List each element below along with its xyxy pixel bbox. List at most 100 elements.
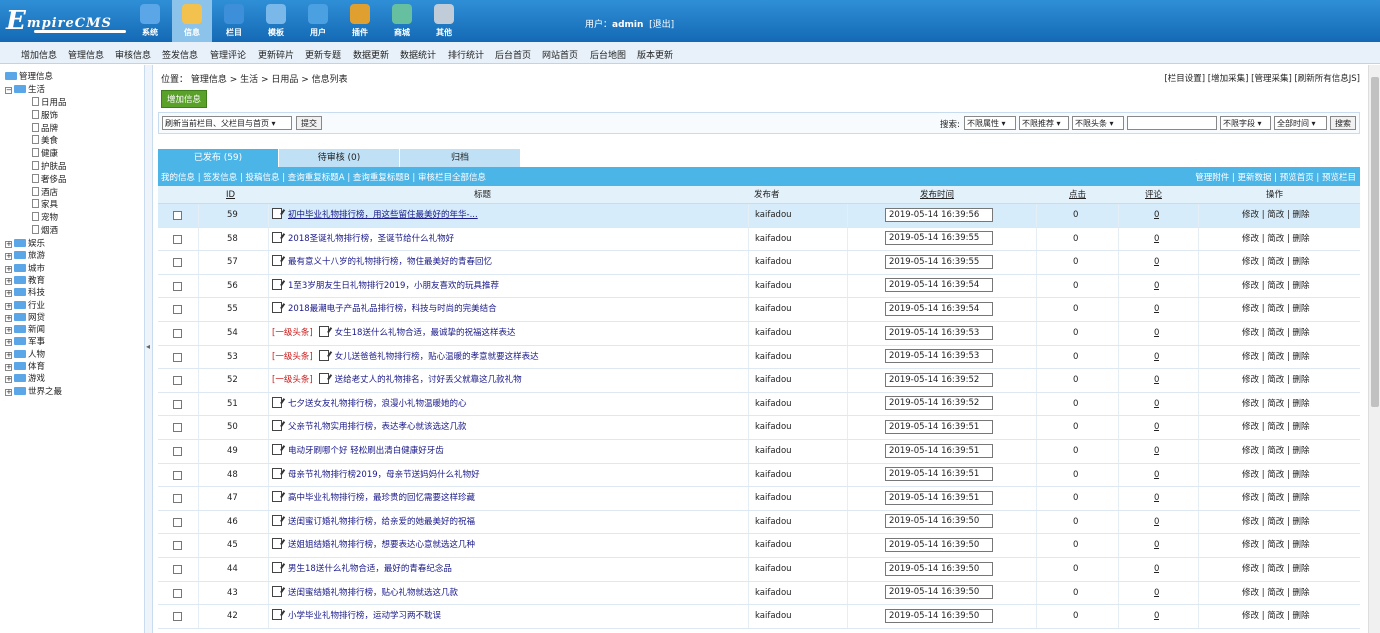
menu-item[interactable]: 版本更新 bbox=[637, 48, 673, 61]
row-ops[interactable]: 修改 | 简改 | 删除 bbox=[1242, 346, 1310, 369]
table-links-left[interactable]: 我的信息 | 签发信息 | 投稿信息 | 查询重复标题A | 查询重复标题B |… bbox=[161, 170, 486, 186]
row-time-input[interactable]: 2019-05-14 16:39:50 bbox=[885, 561, 993, 576]
row-ops[interactable]: 修改 | 简改 | 删除 bbox=[1242, 228, 1310, 251]
row-checkbox[interactable] bbox=[173, 258, 182, 268]
field-select[interactable]: 不限字段 ▾ bbox=[1220, 116, 1271, 130]
row-ops[interactable]: 修改 | 简改 | 删除 bbox=[1242, 511, 1310, 534]
topnav-gear-button[interactable]: 其他 bbox=[424, 0, 464, 42]
tree-leaf[interactable]: 服饰 bbox=[32, 109, 58, 121]
search-button[interactable]: 搜索 bbox=[1330, 116, 1356, 130]
edit-note-icon[interactable] bbox=[318, 373, 329, 385]
row-time-input[interactable]: 2019-05-14 16:39:50 bbox=[885, 537, 993, 552]
edit-note-icon[interactable] bbox=[318, 326, 329, 337]
row-title-link[interactable]: 母亲节礼物排行榜2019，母亲节送妈妈什么礼物好 bbox=[288, 470, 480, 480]
row-time-input[interactable]: 2019-05-14 16:39:51 bbox=[885, 490, 993, 505]
expand-toggle-icon[interactable]: + bbox=[5, 314, 12, 322]
edit-note-icon[interactable] bbox=[272, 255, 282, 267]
topnav-globe-button[interactable]: 系统 bbox=[130, 0, 170, 42]
expand-toggle-icon[interactable]: + bbox=[5, 265, 12, 273]
tab-published[interactable]: 已发布 (59) bbox=[158, 149, 278, 167]
row-ops[interactable]: 修改 | 简改 | 删除 bbox=[1242, 534, 1310, 557]
tree-leaf[interactable]: 品牌 bbox=[32, 122, 58, 134]
row-title-link[interactable]: 1至3岁朋友生日礼物排行2019，小朋友喜欢的玩具推荐 bbox=[288, 281, 499, 291]
submit-button[interactable]: 提交 bbox=[296, 116, 322, 130]
menu-item[interactable]: 更新专题 bbox=[305, 48, 341, 61]
table-row[interactable]: 48 母亲节礼物排行榜2019，母亲节送妈妈什么礼物好 kaifadou 2019-0… bbox=[158, 463, 1360, 488]
row-comments[interactable]: 0 bbox=[1154, 534, 1159, 557]
row-ops[interactable]: 修改 | 简改 | 删除 bbox=[1242, 605, 1310, 628]
empirecms-logo[interactable]: EmpireCMS bbox=[6, 6, 126, 36]
menu-item[interactable]: 数据统计 bbox=[400, 48, 436, 61]
table-row[interactable]: 59 初中毕业礼物排行榜，用这些留住最美好的年华-... kaifadou 2019-… bbox=[158, 204, 1360, 228]
menu-item[interactable]: 后台首页 bbox=[495, 48, 531, 61]
row-title-link[interactable]: 电动牙刷哪个好 轻松刷出清白健康好牙齿 bbox=[288, 446, 444, 456]
edit-note-icon[interactable] bbox=[272, 278, 282, 290]
edit-note-icon[interactable] bbox=[272, 444, 282, 455]
row-comments[interactable]: 0 bbox=[1154, 511, 1159, 534]
menu-item[interactable]: 管理评论 bbox=[210, 48, 246, 61]
table-row[interactable]: 56 1至3岁朋友生日礼物排行2019，小朋友喜欢的玩具推荐 kaifadou 201… bbox=[158, 274, 1360, 299]
row-time-input[interactable]: 2019-05-14 16:39:51 bbox=[885, 419, 993, 434]
row-ops[interactable]: 修改 | 简改 | 删除 bbox=[1242, 393, 1310, 416]
sidebar-splitter[interactable]: ◂ bbox=[145, 65, 153, 633]
row-comments[interactable]: 0 bbox=[1154, 558, 1159, 581]
table-row[interactable]: 43 送闺蜜结婚礼物排行榜，贴心礼物就选这几款 kaifadou 2019-05-14… bbox=[158, 581, 1360, 606]
tree-leaf[interactable]: 日用品 bbox=[32, 96, 67, 108]
row-ops[interactable]: 修改 | 简改 | 删除 bbox=[1242, 298, 1310, 321]
table-row[interactable]: 55 2018最潮电子产品礼品排行榜，科技与时尚的完美结合 kaifadou 2019… bbox=[158, 298, 1360, 322]
row-checkbox[interactable] bbox=[173, 211, 182, 220]
row-checkbox[interactable] bbox=[173, 612, 182, 622]
tree-root[interactable]: 管理信息 bbox=[5, 70, 53, 82]
row-comments[interactable]: 0 bbox=[1154, 346, 1159, 369]
expand-toggle-icon[interactable]: + bbox=[5, 302, 12, 310]
table-row[interactable]: 42 小学毕业礼物排行榜，运动学习两不耽误 kaifadou 2019-05-14 1… bbox=[158, 605, 1360, 629]
row-checkbox[interactable] bbox=[173, 494, 182, 504]
row-checkbox[interactable] bbox=[173, 565, 182, 574]
row-comments[interactable]: 0 bbox=[1154, 275, 1159, 298]
expand-toggle-icon[interactable]: + bbox=[5, 290, 12, 298]
row-time-input[interactable]: 2019-05-14 16:39:51 bbox=[885, 443, 993, 458]
row-comments[interactable]: 0 bbox=[1154, 440, 1159, 463]
row-time-input[interactable]: 2019-05-14 16:39:50 bbox=[885, 585, 993, 600]
row-ops[interactable]: 修改 | 简改 | 删除 bbox=[1242, 558, 1310, 581]
menu-item[interactable]: 网站首页 bbox=[542, 48, 578, 61]
tree-node-collapsed[interactable]: + 科技 bbox=[5, 286, 45, 298]
tree-node-collapsed[interactable]: + 教育 bbox=[5, 274, 45, 286]
table-row[interactable]: 49 电动牙刷哪个好 轻松刷出清白健康好牙齿 kaifadou 2019-05-14 … bbox=[158, 440, 1360, 464]
row-time-input[interactable]: 2019-05-14 16:39:50 bbox=[885, 608, 993, 623]
tab-pending[interactable]: 待审核 (0) bbox=[279, 149, 399, 167]
row-comments[interactable]: 0 bbox=[1154, 487, 1159, 510]
row-title-link[interactable]: 2018最潮电子产品礼品排行榜，科技与时尚的完美结合 bbox=[288, 304, 497, 314]
row-checkbox[interactable] bbox=[173, 399, 182, 409]
row-checkbox[interactable] bbox=[173, 234, 182, 244]
table-row[interactable]: 45 送姐姐结婚礼物排行榜，想要表达心意就选这几种 kaifadou 2019-05-… bbox=[158, 534, 1360, 558]
row-title-link[interactable]: 送闺蜜订婚礼物排行榜，给亲爱的她最美好的祝福 bbox=[288, 517, 475, 527]
row-comments[interactable]: 0 bbox=[1154, 582, 1159, 605]
edit-note-icon[interactable] bbox=[318, 349, 329, 361]
col-comments[interactable]: 评论 bbox=[1145, 186, 1162, 203]
tree-leaf[interactable]: 宠物 bbox=[32, 211, 58, 223]
expand-toggle-icon[interactable]: + bbox=[5, 376, 12, 384]
collapse-toggle-icon[interactable]: − bbox=[5, 87, 12, 94]
menu-item[interactable]: 增加信息 bbox=[21, 48, 57, 61]
row-title-link[interactable]: 2018圣诞礼物排行榜，圣诞节给什么礼物好 bbox=[288, 234, 454, 244]
tree-node-collapsed[interactable]: + 游戏 bbox=[5, 372, 45, 384]
row-comments[interactable]: 0 bbox=[1154, 393, 1159, 416]
edit-note-icon[interactable] bbox=[272, 609, 282, 621]
tree-leaf[interactable]: 护肤品 bbox=[32, 160, 67, 172]
row-title-link[interactable]: 送闺蜜结婚礼物排行榜，贴心礼物就选这几款 bbox=[288, 588, 458, 598]
row-checkbox[interactable] bbox=[173, 541, 182, 551]
top-links[interactable]: [栏目设置] [增加采集] [管理采集] [刷新所有信息JS] bbox=[1164, 72, 1360, 84]
row-comments[interactable]: 0 bbox=[1154, 464, 1159, 487]
row-time-input[interactable]: 2019-05-14 16:39:50 bbox=[885, 514, 993, 529]
row-ops[interactable]: 修改 | 简改 | 删除 bbox=[1242, 582, 1310, 605]
row-time-input[interactable]: 2019-05-14 16:39:54 bbox=[885, 278, 993, 293]
row-title-link[interactable]: 送姐姐结婚礼物排行榜，想要表达心意就选这几种 bbox=[288, 540, 475, 550]
tree-node-expanded[interactable]: − 生活 bbox=[5, 83, 45, 95]
expand-toggle-icon[interactable]: + bbox=[5, 327, 12, 335]
tree-node-collapsed[interactable]: + 旅游 bbox=[5, 249, 45, 261]
row-ops[interactable]: 修改 | 简改 | 删除 bbox=[1242, 440, 1310, 463]
row-checkbox[interactable] bbox=[173, 281, 182, 291]
row-ops[interactable]: 修改 | 简改 | 删除 bbox=[1242, 369, 1310, 392]
col-id[interactable]: ID bbox=[226, 186, 235, 203]
